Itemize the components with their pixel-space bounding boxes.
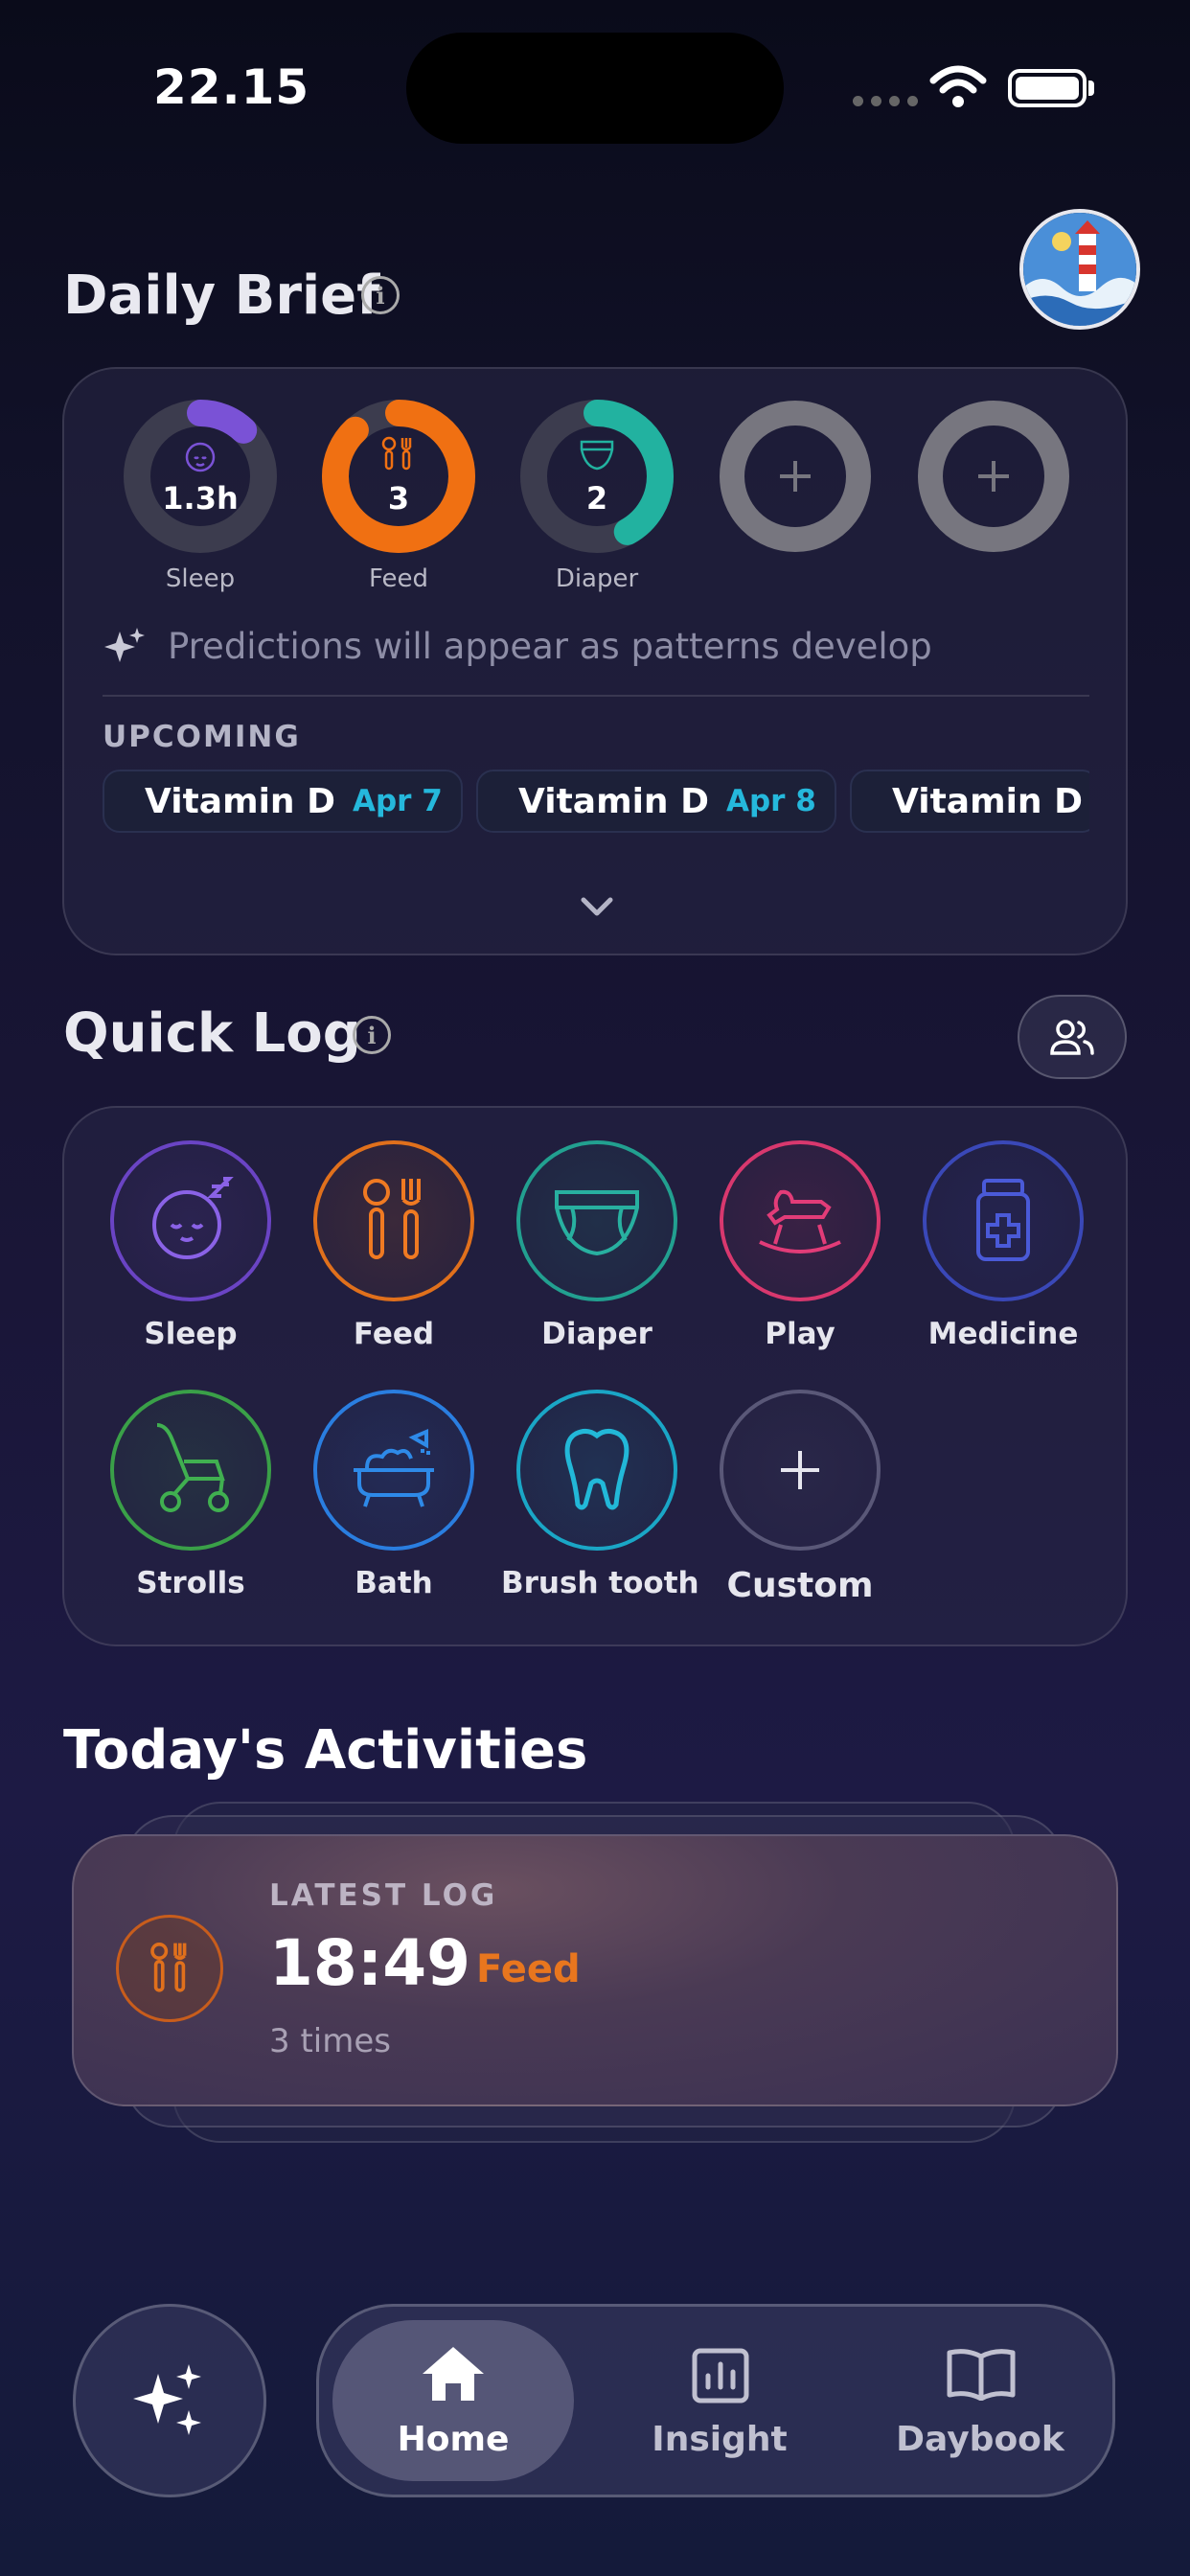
diaper-icon (555, 1190, 639, 1256)
plus-icon (780, 461, 811, 492)
wifi-icon (929, 65, 987, 107)
daily-brief-card: 1.3h Sleep 3 Feed 2 Diaper Predictions w… (62, 367, 1128, 955)
quick-log-sleep[interactable]: Sleep (95, 1140, 286, 1351)
activities-title: Today's Activities (63, 1719, 588, 1782)
quick-log-play[interactable]: Play (704, 1140, 896, 1351)
avatar[interactable] (1019, 209, 1140, 330)
quick-log-diaper[interactable]: Diaper (501, 1140, 693, 1351)
info-icon[interactable]: i (361, 276, 400, 314)
sleep-icon (152, 1177, 234, 1259)
latest-log-count: 3 times (269, 2022, 391, 2060)
ring-diaper[interactable]: 2 Diaper (518, 398, 675, 593)
upcoming-list: Vitamin D Apr 7 Vitamin D Apr 8 Vitamin D (103, 770, 1089, 837)
quick-log-strolls[interactable]: Strolls (95, 1390, 286, 1600)
chart-icon (692, 2348, 749, 2404)
people-icon (1050, 1020, 1094, 1055)
tab-bar: Home Insight Daybook (316, 2304, 1115, 2497)
add-ring-button[interactable] (717, 398, 874, 559)
quick-log-custom[interactable]: Custom (704, 1390, 896, 1605)
caregivers-button[interactable] (1018, 995, 1127, 1079)
home-icon (423, 2347, 484, 2401)
book-icon (947, 2349, 1016, 2401)
tab-daybook[interactable]: Daybook (856, 2320, 1105, 2481)
latest-log-label: LATEST LOG (269, 1878, 498, 1913)
bath-icon (354, 1428, 434, 1507)
status-time: 22.15 (153, 59, 310, 115)
latest-log-time: 18:49 (269, 1926, 471, 2000)
upcoming-label: UPCOMING (103, 720, 301, 754)
ring-sleep[interactable]: 1.3h Sleep (122, 398, 279, 593)
latest-log-card[interactable]: LATEST LOG 18:49 Feed 3 times (72, 1834, 1118, 2106)
quick-log-feed[interactable]: Feed (298, 1140, 490, 1351)
ring-feed[interactable]: 3 Feed (320, 398, 477, 593)
quick-log-card: Sleep Feed Diaper Play Medicine Strolls … (62, 1106, 1128, 1646)
latest-log-type: Feed (476, 1947, 581, 1991)
tooth-icon (564, 1428, 629, 1510)
divider (103, 695, 1089, 697)
add-ring-button[interactable] (915, 398, 1072, 559)
spoon-fork-icon (381, 436, 412, 471)
quick-log-title: Quick Log (63, 1002, 361, 1065)
summary-rings: 1.3h Sleep 3 Feed 2 Diaper (122, 398, 1080, 593)
stroller-icon (156, 1423, 229, 1512)
rocking-horse-icon (759, 1189, 841, 1254)
diaper-icon (580, 440, 614, 471)
upcoming-chip[interactable]: Vitamin D Apr 7 (103, 770, 463, 833)
feed-icon (363, 1179, 421, 1259)
feed-icon (150, 1943, 187, 1992)
tab-insight[interactable]: Insight (606, 2320, 833, 2481)
quick-log-brush-tooth[interactable]: Brush tooth (501, 1390, 699, 1600)
quick-log-bath[interactable]: Bath (298, 1390, 490, 1600)
feed-icon-badge (116, 1915, 223, 2022)
sparkle-icon (133, 2364, 201, 2435)
dynamic-island (406, 33, 784, 144)
upcoming-chip[interactable]: Vitamin D (850, 770, 1089, 833)
sparkle-icon (104, 628, 145, 662)
lighthouse-avatar-icon (1023, 213, 1136, 326)
info-icon[interactable]: i (353, 1016, 391, 1054)
daily-brief-title: Daily Brief (63, 264, 380, 327)
upcoming-chip[interactable]: Vitamin D Apr 8 (476, 770, 836, 833)
signal-icon (853, 96, 918, 106)
plus-icon (978, 461, 1009, 492)
ai-assistant-button[interactable] (73, 2304, 266, 2497)
plus-icon (781, 1451, 819, 1489)
quick-log-medicine[interactable]: Medicine (907, 1140, 1099, 1351)
medicine-icon (976, 1179, 1030, 1261)
prediction-text: Predictions will appear as patterns deve… (168, 626, 932, 667)
battery-icon (1008, 69, 1087, 107)
chevron-down-icon[interactable] (578, 894, 616, 919)
baby-face-icon (185, 442, 216, 472)
tab-home[interactable]: Home (332, 2320, 574, 2481)
